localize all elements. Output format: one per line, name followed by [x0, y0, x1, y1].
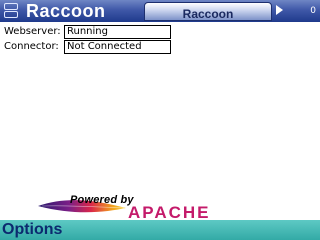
tab-label: Raccoon — [182, 7, 234, 21]
tab-raccoon[interactable]: Raccoon — [144, 2, 272, 21]
options-softkey[interactable]: Options — [2, 220, 62, 240]
webserver-status-field: Running — [64, 25, 171, 39]
softkey-bar: Options — [0, 220, 320, 240]
title-bar: Raccoon Raccoon 0 — [0, 0, 320, 22]
powered-by-text: Powered by — [70, 194, 134, 206]
app-title: Raccoon — [26, 1, 106, 21]
tab-next-arrow-icon[interactable] — [276, 5, 283, 15]
connector-label: Connector: — [4, 41, 59, 52]
battery-indicator: 0 — [310, 6, 316, 16]
app-grid-icon — [2, 2, 20, 20]
apache-wordmark: APACHE — [128, 203, 211, 222]
webserver-label: Webserver: — [4, 26, 61, 37]
connector-status-field: Not Connected — [64, 40, 171, 54]
